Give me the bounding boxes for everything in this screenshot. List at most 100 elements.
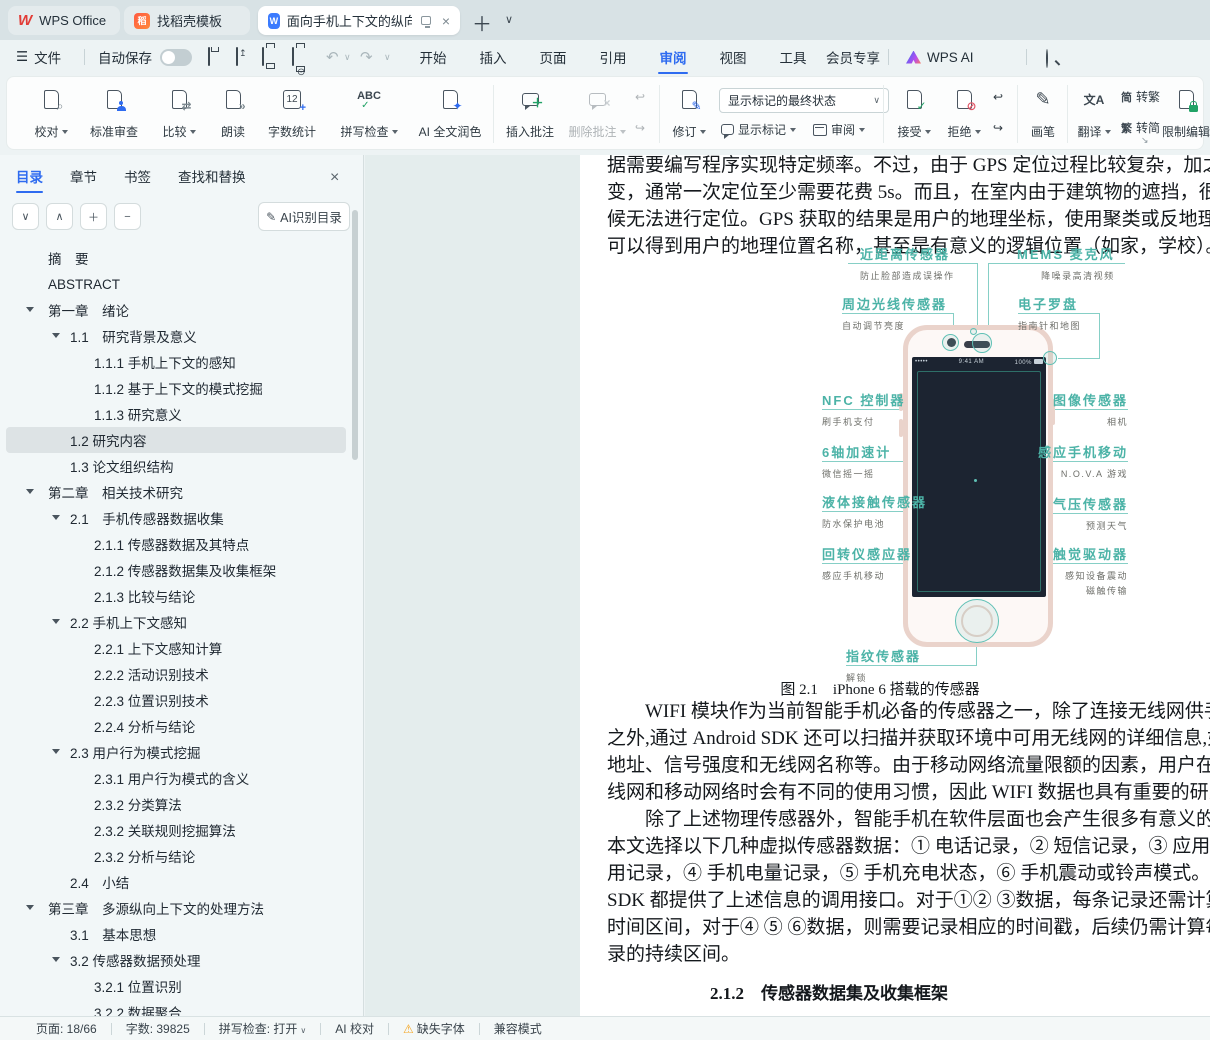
print-icon[interactable] bbox=[262, 47, 280, 66]
toc-item[interactable]: 第一章 绪论 bbox=[6, 297, 346, 323]
menu-tab[interactable]: 插入 bbox=[465, 40, 521, 74]
menu-tab[interactable]: 工具 bbox=[765, 40, 821, 74]
track-changes-button[interactable]: ✎ 修订 bbox=[667, 84, 711, 144]
toc-collapse-arrow-icon[interactable] bbox=[52, 515, 60, 520]
toc-collapse-up-button[interactable]: ∧ bbox=[46, 203, 73, 230]
ai-detect-toc-button[interactable]: ✎ AI识别目录 bbox=[258, 202, 350, 231]
toc-expand-down-button[interactable]: ∨ bbox=[12, 203, 39, 230]
toc-item[interactable]: 1.1.3 研究意义 bbox=[6, 401, 346, 427]
toc-item[interactable]: 1.1 研究背景及意义 bbox=[6, 323, 346, 349]
missing-font-warning[interactable]: ⚠ 缺失字体 bbox=[403, 1020, 465, 1037]
sidebar-tab-bookmarks[interactable]: 书签 bbox=[124, 161, 151, 191]
toc-item[interactable]: 第二章 相关技术研究 bbox=[6, 479, 346, 505]
tab-document[interactable]: W 面向手机上下文的纵向多源数 × bbox=[258, 6, 460, 35]
toc-item[interactable]: 1.1.2 基于上下文的模式挖掘 bbox=[6, 375, 346, 401]
read-aloud-button[interactable]: » 朗读 bbox=[213, 84, 253, 144]
toc-item[interactable]: 2.2 手机上下文感知 bbox=[6, 609, 346, 635]
previous-comment-button[interactable]: ↩ bbox=[635, 84, 645, 109]
wps-ai-button[interactable]: WPS AI bbox=[906, 40, 974, 74]
toc-item[interactable]: ABSTRACT bbox=[6, 271, 346, 297]
redo-icon[interactable]: ↷ bbox=[360, 40, 373, 74]
toc-item[interactable]: 2.3 用户行为模式挖掘 bbox=[6, 739, 346, 765]
toc-item[interactable]: 2.1.1 传感器数据及其特点 bbox=[6, 531, 346, 557]
toc-item[interactable]: 2.3.2 分析与结论 bbox=[6, 843, 346, 869]
reject-button[interactable]: ⊘ 拒绝 bbox=[941, 84, 987, 144]
toc-item[interactable]: 2.2.3 位置识别技术 bbox=[6, 687, 346, 713]
spell-check-button[interactable]: ABC 拼写检查 bbox=[333, 84, 405, 144]
review-pane-button[interactable]: 审阅 bbox=[813, 117, 866, 142]
toc-collapse-arrow-icon[interactable] bbox=[52, 749, 60, 754]
sidebar-scrollbar[interactable] bbox=[352, 210, 358, 460]
toc-item[interactable]: 2.1.3 比较与结论 bbox=[6, 583, 346, 609]
spellcheck-indicator[interactable]: 拼写检查: 打开 ∨ bbox=[219, 1020, 307, 1037]
toc-item[interactable]: 2.2.1 上下文感知计算 bbox=[6, 635, 346, 661]
toc-item[interactable]: 2.3.2 分类算法 bbox=[6, 791, 346, 817]
ink-pen-button[interactable]: ✎ 画笔 bbox=[1023, 84, 1063, 144]
to-traditional-button[interactable]: 简 转繁 bbox=[1121, 84, 1160, 109]
compare-button[interactable]: ⇄ 比较 bbox=[153, 84, 205, 144]
proofread-button[interactable]: ⌕ 校对 bbox=[25, 84, 77, 144]
toc-item[interactable]: 2.2.4 分析与结论 bbox=[6, 713, 346, 739]
sidebar-tab-chapters[interactable]: 章节 bbox=[70, 161, 97, 191]
delete-comment-button[interactable]: × 删除批注 bbox=[565, 84, 629, 144]
show-markup-button[interactable]: 显示标记 bbox=[721, 117, 797, 142]
menu-tab[interactable]: 开始 bbox=[405, 40, 461, 74]
toc-item[interactable]: 2.2.2 活动识别技术 bbox=[6, 661, 346, 687]
group-expand-icon[interactable]: ↘ bbox=[1141, 135, 1149, 146]
accept-button[interactable]: ✓ 接受 bbox=[891, 84, 937, 144]
markup-state-dropdown[interactable]: 显示标记的最终状态 ∨ bbox=[719, 88, 889, 113]
new-tab-button[interactable]: ＋ bbox=[472, 8, 492, 37]
file-menu-button[interactable]: ☰ 文件 bbox=[16, 40, 61, 74]
sidebar-tab-contents[interactable]: 目录 bbox=[16, 161, 43, 193]
close-tab-icon[interactable]: × bbox=[442, 13, 450, 29]
toc-item[interactable]: 1.2 研究内容 bbox=[6, 427, 346, 453]
toc-item[interactable]: 1.1.1 手机上下文的感知 bbox=[6, 349, 346, 375]
toc-collapse-arrow-icon[interactable] bbox=[26, 307, 34, 312]
toc-item[interactable]: 3.2.2 数据聚合 bbox=[6, 999, 346, 1016]
menu-tab[interactable]: 审阅 bbox=[645, 40, 701, 74]
next-comment-button[interactable]: ↪ bbox=[635, 115, 645, 140]
toc-item[interactable]: 2.3.1 用户行为模式的含义 bbox=[6, 765, 346, 791]
toc-collapse-arrow-icon[interactable] bbox=[52, 957, 60, 962]
ai-polish-button[interactable]: ✦ AI 全文润色 bbox=[411, 84, 489, 144]
autosave-toggle[interactable] bbox=[160, 49, 192, 66]
undo-icon[interactable]: ↶ bbox=[326, 40, 339, 74]
print-preview-icon[interactable] bbox=[292, 47, 310, 66]
toc-expand-all-button[interactable]: ＋ bbox=[80, 203, 107, 230]
tab-docer-template[interactable]: 稻 找稻壳模板 bbox=[124, 6, 250, 35]
toc-collapse-arrow-icon[interactable] bbox=[26, 489, 34, 494]
menu-more-chevron-icon[interactable]: ∨ bbox=[384, 40, 391, 74]
toc-item[interactable]: 2.1.2 传感器数据集及收集框架 bbox=[6, 557, 346, 583]
previous-change-button[interactable]: ↩ bbox=[993, 84, 1003, 109]
toc-item[interactable]: 2.4 小结 bbox=[6, 869, 346, 895]
toc-item[interactable]: 摘 要 bbox=[6, 245, 346, 271]
screen-share-icon[interactable] bbox=[420, 16, 431, 28]
document-page[interactable]: 据需要编写程序实现特定频率。不过，由于 GPS 定位过程比较复杂，加之 变，通常一… bbox=[580, 155, 1210, 1016]
toc-item[interactable]: 3.1 基本思想 bbox=[6, 921, 346, 947]
toc-collapse-arrow-icon[interactable] bbox=[52, 333, 60, 338]
search-icon[interactable] bbox=[1046, 49, 1064, 68]
compat-mode-indicator[interactable]: 兼容模式 bbox=[494, 1020, 542, 1037]
close-sidebar-icon[interactable]: × bbox=[330, 169, 339, 187]
toc-item[interactable]: 2.3.2 关联规则挖掘算法 bbox=[6, 817, 346, 843]
sidebar-tab-find-replace[interactable]: 查找和替换 bbox=[178, 161, 246, 191]
undo-chevron-icon[interactable]: ∨ bbox=[344, 40, 351, 74]
next-change-button[interactable]: ↪ bbox=[993, 115, 1003, 140]
export-pdf-icon[interactable] bbox=[234, 47, 252, 66]
menu-tab[interactable]: 页面 bbox=[525, 40, 581, 74]
ai-proof-indicator[interactable]: AI 校对 bbox=[335, 1020, 374, 1037]
insert-comment-button[interactable]: ＋ 插入批注 bbox=[501, 84, 559, 144]
menu-tab[interactable]: 视图 bbox=[705, 40, 761, 74]
menu-tab[interactable]: 会员专享 bbox=[825, 40, 881, 74]
tab-wps-home[interactable]: W WPS Office bbox=[8, 6, 120, 35]
translate-button[interactable]: 文A 翻译 bbox=[1071, 84, 1117, 144]
standard-review-button[interactable]: 标准审查 bbox=[83, 84, 145, 144]
toc-item[interactable]: 2.1 手机传感器数据收集 bbox=[6, 505, 346, 531]
restrict-edit-button[interactable]: 限制编辑 bbox=[1162, 84, 1210, 144]
tab-list-chevron-icon[interactable]: ∨ bbox=[505, 13, 513, 26]
toc-item[interactable]: 1.3 论文组织结构 bbox=[6, 453, 346, 479]
toc-collapse-arrow-icon[interactable] bbox=[52, 619, 60, 624]
word-count-indicator[interactable]: 字数: 39825 bbox=[126, 1020, 190, 1037]
word-count-button[interactable]: 12 字数统计 bbox=[261, 84, 323, 144]
menu-tab[interactable]: 引用 bbox=[585, 40, 641, 74]
